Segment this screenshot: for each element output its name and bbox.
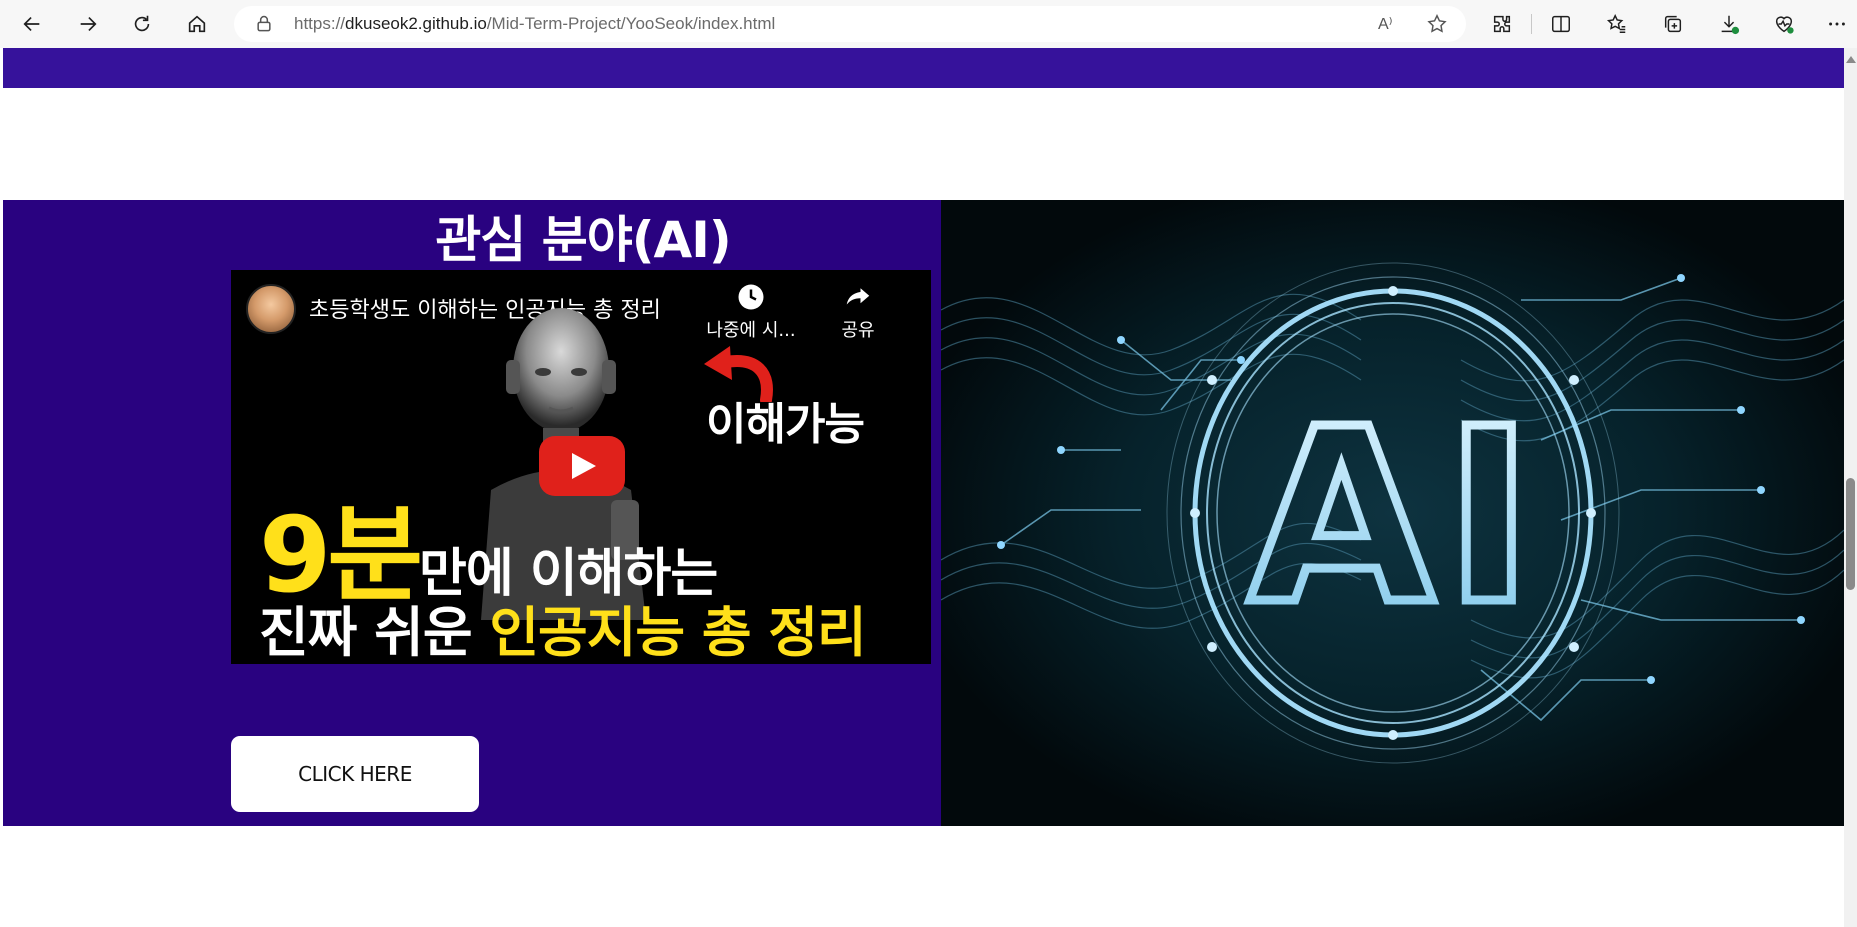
ai-circuit-illustration: AI	[941, 200, 1844, 826]
scroll-up-icon[interactable]	[1846, 56, 1856, 63]
collections-icon[interactable]	[1655, 6, 1691, 42]
page-scrollbar[interactable]	[1844, 48, 1857, 927]
share-button[interactable]: 공유	[808, 282, 908, 342]
page-viewport: 관심 분야(AI) 초등학생도 이해하는 인공지능 총 정리 나중에 시... …	[3, 48, 1844, 927]
favorites-icon[interactable]	[1599, 6, 1635, 42]
home-icon[interactable]	[179, 6, 215, 42]
share-label: 공유	[841, 320, 875, 341]
share-icon	[846, 288, 870, 305]
browser-essentials-icon[interactable]	[1766, 6, 1802, 42]
header-band	[3, 48, 1844, 88]
annotation-text: 이해가능	[706, 399, 865, 450]
url-text[interactable]: https://dkuseok2.github.io/Mid-Term-Proj…	[294, 6, 775, 42]
favorite-star-icon[interactable]	[1426, 13, 1448, 35]
read-aloud-icon[interactable]: A⁾	[1378, 14, 1400, 34]
refresh-icon[interactable]	[124, 6, 160, 42]
channel-avatar[interactable]	[246, 284, 296, 334]
interest-left-pane: 관심 분야(AI) 초등학생도 이해하는 인공지능 총 정리 나중에 시... …	[3, 200, 941, 826]
extensions-icon[interactable]	[1484, 6, 1520, 42]
lock-icon[interactable]	[254, 14, 274, 34]
ai-text: AI	[1248, 377, 1543, 657]
headline2-white: 진짜 쉬운	[259, 601, 490, 664]
split-screen-icon[interactable]	[1543, 6, 1579, 42]
thumbnail-headline-2: 진짜 쉬운 인공지능 총 정리	[259, 588, 867, 664]
ai-image: AI	[941, 200, 1844, 826]
more-icon[interactable]	[1819, 6, 1855, 42]
headline2-yellow: 인공지능 총 정리	[489, 601, 866, 664]
forward-icon[interactable]	[70, 6, 106, 42]
click-here-button[interactable]: CLICK HERE	[231, 736, 479, 812]
scrollbar-thumb[interactable]	[1846, 478, 1855, 590]
clock-icon	[738, 284, 764, 310]
downloads-icon[interactable]	[1711, 6, 1747, 42]
address-bar[interactable]: https://dkuseok2.github.io/Mid-Term-Proj…	[234, 6, 1466, 42]
browser-toolbar: https://dkuseok2.github.io/Mid-Term-Proj…	[0, 0, 1857, 48]
toolbar-divider	[1531, 14, 1532, 34]
interest-section: 관심 분야(AI) 초등학생도 이해하는 인공지능 총 정리 나중에 시... …	[3, 200, 1844, 826]
back-icon[interactable]	[14, 6, 50, 42]
youtube-embed[interactable]: 초등학생도 이해하는 인공지능 총 정리 나중에 시... 공유 이해가능 9분…	[231, 270, 931, 664]
